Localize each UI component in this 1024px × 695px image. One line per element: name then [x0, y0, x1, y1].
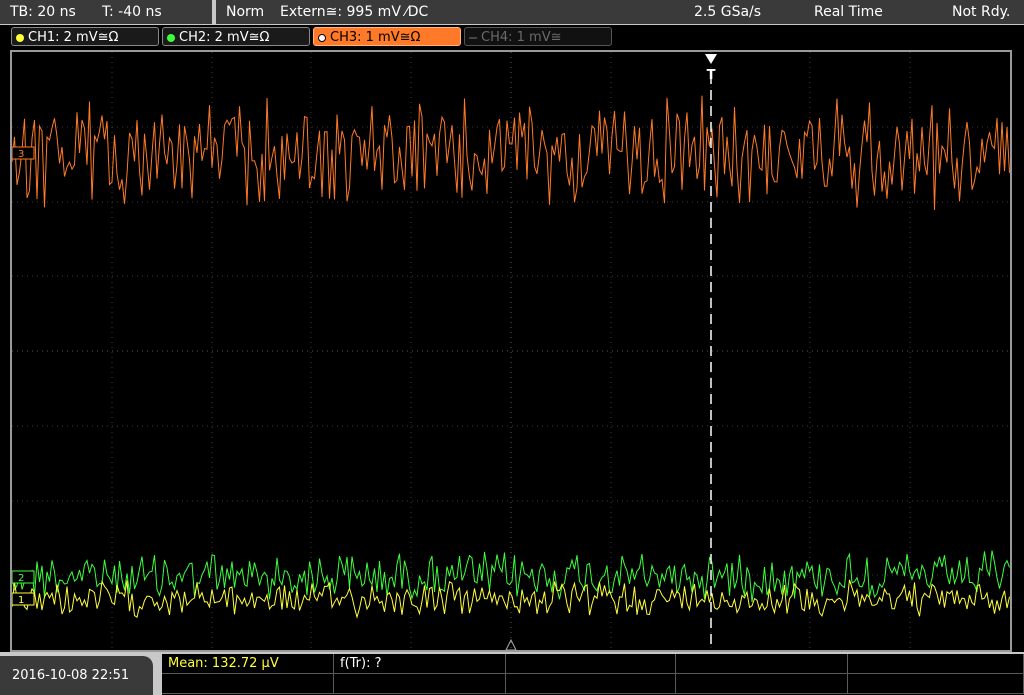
trigger-source-label[interactable]: Extern≅: 995 mV ⁄DC [280, 0, 428, 24]
mean-measurement[interactable]: Mean: 132.72 µV [162, 654, 334, 674]
channel-2-offset-marker[interactable]: 2 [12, 570, 35, 584]
channel-1-button[interactable]: CH1: 2 mV≅Ω [11, 27, 159, 46]
trigger-panel[interactable]: Norm Extern≅: 995 mV ⁄DC 2.5 GSa/s Real … [216, 0, 1024, 24]
channel-4-indicator-icon [469, 36, 477, 39]
measurement-slot-5[interactable] [848, 654, 1024, 674]
status-label: Not Rdy. [952, 4, 1011, 20]
trigger-mode-label[interactable]: Norm [226, 0, 264, 24]
measurement-slot-4[interactable] [676, 654, 848, 674]
timebase-panel[interactable]: TB: 20 ns T: -40 ns [0, 0, 214, 24]
channel-4-label: CH4: 1 mV≅ [481, 30, 562, 45]
measurement-slot-10[interactable] [848, 674, 1024, 694]
channel-3-offset-marker[interactable]: 3 [12, 146, 35, 160]
waveform-canvas[interactable]: T 3 2 1 [12, 52, 1010, 650]
timebase-label[interactable]: TB: 20 ns [10, 0, 76, 24]
channel-2-indicator-icon [167, 33, 175, 42]
trigger-marker-label: T [707, 68, 716, 83]
channel-1-label: CH1: 2 mV≅Ω [28, 30, 119, 45]
measurement-slot-7[interactable] [334, 674, 506, 694]
datetime-display: 2016-10-08 22:51 [0, 656, 153, 695]
measurement-slot-8[interactable] [506, 674, 676, 694]
channel-bar: CH1: 2 mV≅Ω CH2: 2 mV≅Ω CH3: 1 mV≅Ω CH4:… [0, 25, 1024, 49]
bottom-bar: 2016-10-08 22:51 Mean: 132.72 µV f(Tr): … [0, 652, 1024, 695]
measurement-slot-9[interactable] [676, 674, 848, 694]
measurement-panel[interactable]: Mean: 132.72 µV f(Tr): ? [162, 654, 1024, 695]
channel-3-label: CH3: 1 mV≅Ω [330, 30, 421, 45]
channel-2-marker-label: 2 [18, 573, 24, 584]
channel-3-marker-label: 3 [18, 149, 24, 160]
channel-1-offset-marker[interactable]: 1 [12, 592, 35, 606]
acquisition-mode-label[interactable]: Real Time [814, 0, 883, 24]
traces [12, 95, 1010, 619]
trigger-position-icon[interactable] [705, 54, 717, 64]
grid [12, 52, 1010, 650]
measurement-slot-6[interactable] [162, 674, 334, 694]
sample-rate-label: 2.5 GSa/s [694, 4, 762, 20]
channel-2-button[interactable]: CH2: 2 mV≅Ω [162, 27, 310, 46]
channel-1-indicator-icon [16, 33, 24, 42]
channel-2-label: CH2: 2 mV≅Ω [179, 30, 270, 45]
top-status-bar: TB: 20 ns T: -40 ns Norm Extern≅: 995 mV… [0, 0, 1024, 25]
channel-3-button[interactable]: CH3: 1 mV≅Ω [313, 27, 461, 46]
horizontal-reference-icon [505, 638, 517, 650]
channel-4-button[interactable]: CH4: 1 mV≅ [464, 27, 612, 46]
measurement-slot-3[interactable] [506, 654, 676, 674]
channel-1-marker-label: 1 [18, 595, 24, 606]
frequency-measurement[interactable]: f(Tr): ? [334, 654, 506, 674]
channel-3-indicator-icon [318, 33, 326, 42]
trigger-time-label[interactable]: T: -40 ns [102, 0, 162, 24]
